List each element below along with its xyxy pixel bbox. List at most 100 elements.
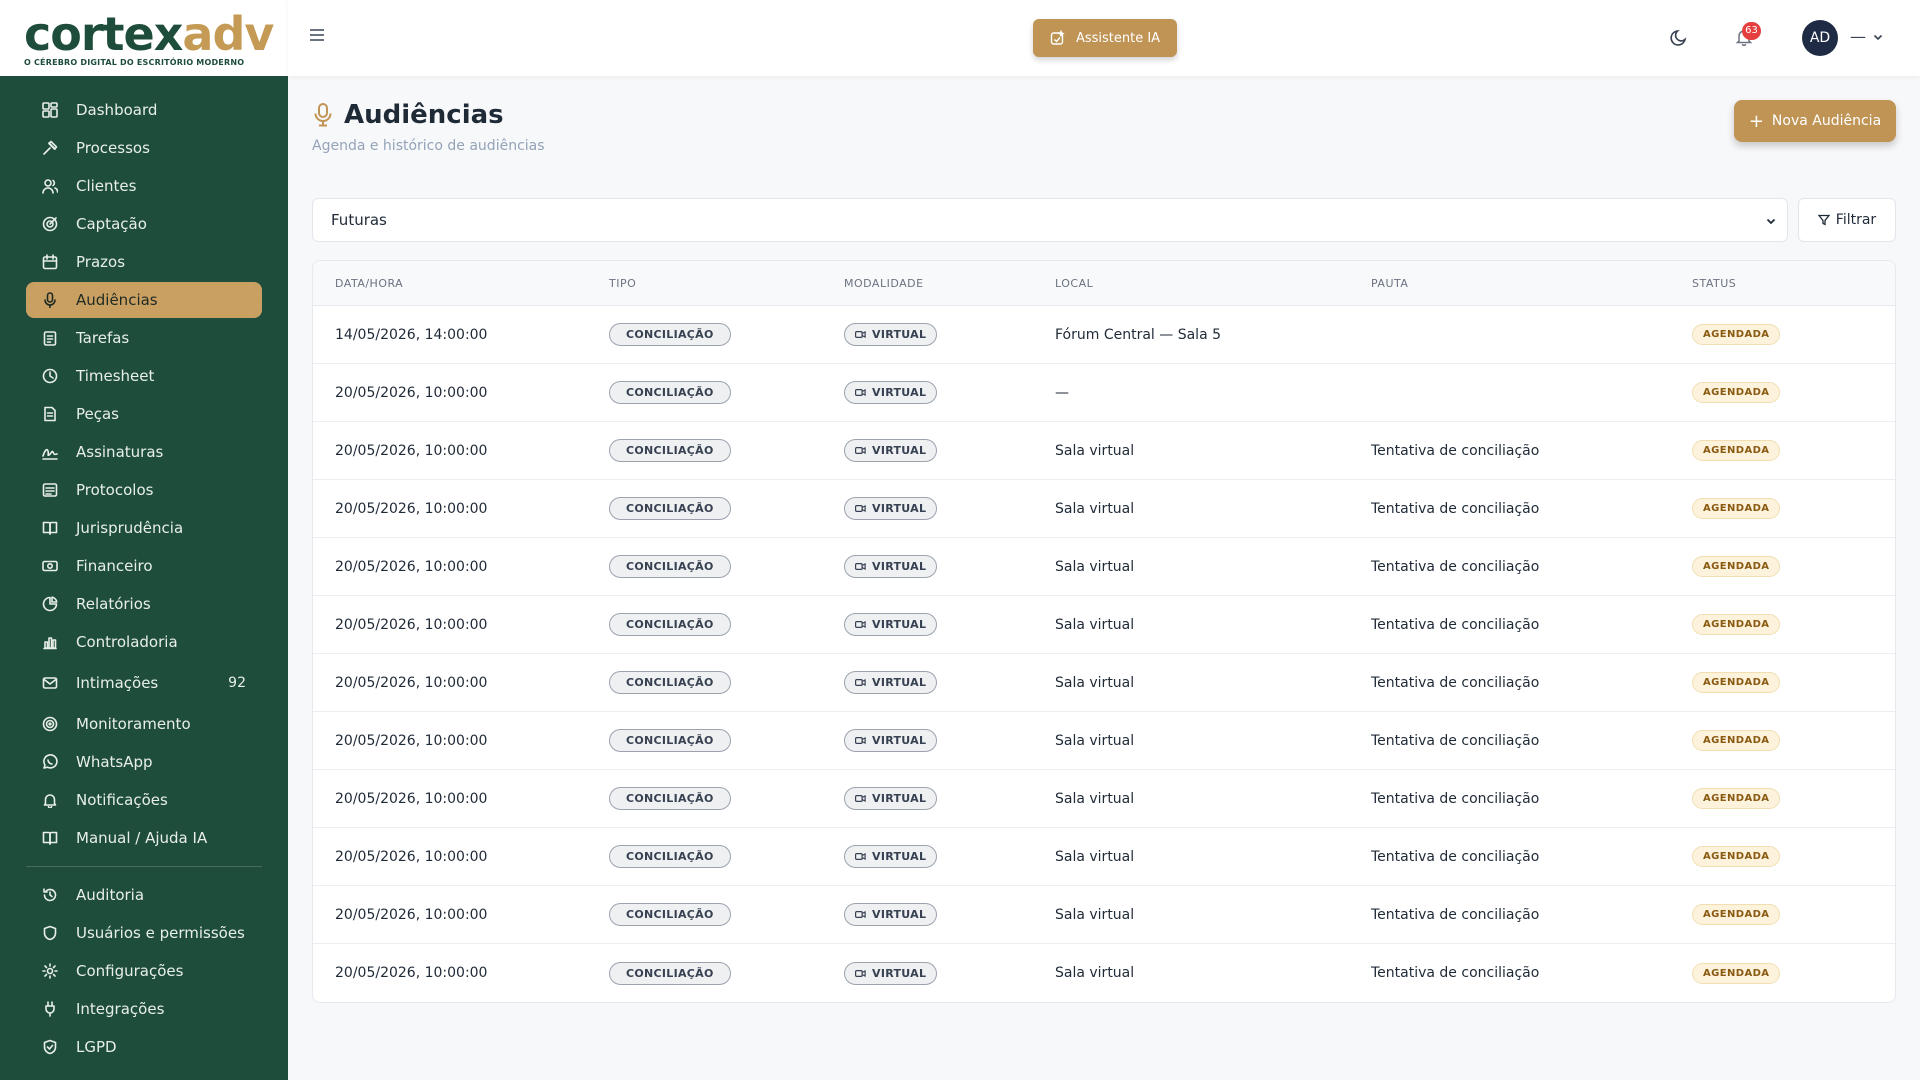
- logo-part2: adv: [182, 7, 274, 61]
- sidebar-item-relat-rios[interactable]: Relatórios: [26, 586, 262, 622]
- sidebar-item-pe-as[interactable]: Peças: [26, 396, 262, 432]
- col-header-tipo[interactable]: TIPO: [609, 277, 844, 290]
- tipo-badge: CONCILIAÇÃO: [609, 729, 731, 752]
- status-badge: AGENDADA: [1692, 556, 1781, 577]
- pie-chart-icon: [42, 596, 58, 612]
- cell-datetime: 20/05/2026, 10:00:00: [335, 558, 488, 575]
- sidebar-item-controladoria[interactable]: Controladoria: [26, 624, 262, 660]
- status-badge: AGENDADA: [1692, 672, 1781, 693]
- logo[interactable]: cortexadv O CÉREBRO DIGITAL DO ESCRITÓRI…: [0, 0, 288, 76]
- table-row[interactable]: 20/05/2026, 10:00:00 CONCILIAÇÃO VIRTUAL Sa…: [313, 596, 1895, 654]
- sidebar-item-lgpd[interactable]: LGPD: [26, 1029, 262, 1065]
- cell-datetime: 20/05/2026, 10:00:00: [335, 674, 488, 691]
- sidebar-item-auditoria[interactable]: Auditoria: [26, 877, 262, 913]
- dark-mode-moon-icon[interactable]: [1670, 28, 1688, 46]
- sidebar-item-capta-o[interactable]: Captação: [26, 206, 262, 242]
- table-row[interactable]: 20/05/2026, 10:00:00 CONCILIAÇÃO VIRTUAL Sa…: [313, 886, 1895, 944]
- cell-modalidade: VIRTUAL: [844, 903, 1055, 926]
- cell-tipo: CONCILIAÇÃO: [609, 903, 844, 926]
- calendar-icon: [42, 254, 58, 270]
- table-row[interactable]: 20/05/2026, 10:00:00 CONCILIAÇÃO VIRTUAL Sa…: [313, 828, 1895, 886]
- modalidade-badge: VIRTUAL: [844, 671, 938, 694]
- sidebar-item-integra-es[interactable]: Integrações: [26, 991, 262, 1027]
- sidebar-item-dashboard[interactable]: Dashboard: [26, 92, 262, 128]
- clock-icon: [42, 368, 58, 384]
- video-camera-icon: [855, 389, 866, 397]
- col-header-status[interactable]: STATUS: [1692, 277, 1895, 290]
- period-select[interactable]: Futuras: [312, 198, 1788, 242]
- modalidade-badge: VIRTUAL: [844, 439, 938, 462]
- cell-local: Fórum Central — Sala 5: [1055, 326, 1222, 343]
- new-audiencia-button[interactable]: + Nova Audiência: [1734, 100, 1896, 142]
- col-header-local[interactable]: LOCAL: [1055, 277, 1371, 290]
- video-camera-icon: [855, 447, 866, 455]
- cell-local: Sala virtual: [1055, 442, 1135, 459]
- sidebar-item-intima-es[interactable]: Intimações 92: [26, 662, 262, 704]
- avatar[interactable]: AD: [1802, 20, 1838, 56]
- sidebar-item-manual-ajuda-ia[interactable]: Manual / Ajuda IA: [26, 820, 262, 856]
- clipboard-icon: [42, 330, 58, 346]
- sidebar-item-clientes[interactable]: Clientes: [26, 168, 262, 204]
- cell-modalidade: VIRTUAL: [844, 729, 1055, 752]
- table-row[interactable]: 20/05/2026, 10:00:00 CONCILIAÇÃO VIRTUAL Sa…: [313, 654, 1895, 712]
- sidebar-item-label: Controladoria: [76, 633, 178, 651]
- sidebar-item-assinaturas[interactable]: Assinaturas: [26, 434, 262, 470]
- sidebar-item-usu-rios-e-permiss-es[interactable]: Usuários e permissões: [26, 915, 262, 951]
- table-row[interactable]: 14/05/2026, 14:00:00 CONCILIAÇÃO VIRTUAL Fó…: [313, 306, 1895, 364]
- cell-tipo: CONCILIAÇÃO: [609, 555, 844, 578]
- sidebar-item-timesheet[interactable]: Timesheet: [26, 358, 262, 394]
- sidebar-item-financeiro[interactable]: Financeiro: [26, 548, 262, 584]
- sidebar-item-configura-es[interactable]: Configurações: [26, 953, 262, 989]
- table-row[interactable]: 20/05/2026, 10:00:00 CONCILIAÇÃO VIRTUAL Sa…: [313, 480, 1895, 538]
- protocol-icon: [42, 482, 58, 498]
- sidebar-item-label: WhatsApp: [76, 753, 153, 771]
- table-row[interactable]: 20/05/2026, 10:00:00 CONCILIAÇÃO VIRTUAL — A…: [313, 364, 1895, 422]
- table-row[interactable]: 20/05/2026, 10:00:00 CONCILIAÇÃO VIRTUAL Sa…: [313, 538, 1895, 596]
- sidebar-item-whatsapp[interactable]: WhatsApp: [26, 744, 262, 780]
- sidebar: cortexadv O CÉREBRO DIGITAL DO ESCRITÓRI…: [0, 0, 288, 1080]
- table-row[interactable]: 20/05/2026, 10:00:00 CONCILIAÇÃO VIRTUAL Sa…: [313, 944, 1895, 1002]
- status-badge: AGENDADA: [1692, 382, 1781, 403]
- table-row[interactable]: 20/05/2026, 10:00:00 CONCILIAÇÃO VIRTUAL Sa…: [313, 422, 1895, 480]
- cell-local: Sala virtual: [1055, 558, 1135, 575]
- cell-pauta: Tentativa de conciliação: [1371, 616, 1540, 633]
- assistant-ia-button[interactable]: Assistente IA: [1033, 19, 1177, 57]
- table-header: DATA/HORA TIPO MODALIDADE LOCAL PAUTA ST…: [313, 261, 1895, 306]
- cell-datetime: 20/05/2026, 10:00:00: [335, 906, 488, 923]
- cell-tipo: CONCILIAÇÃO: [609, 497, 844, 520]
- cell-tipo: CONCILIAÇÃO: [609, 671, 844, 694]
- sidebar-item-label: Integrações: [76, 1000, 165, 1018]
- modalidade-label: VIRTUAL: [872, 792, 927, 805]
- mic-icon: [42, 292, 58, 308]
- col-header-datetime[interactable]: DATA/HORA: [313, 277, 609, 290]
- sidebar-item-tarefas[interactable]: Tarefas: [26, 320, 262, 356]
- cell-modalidade: VIRTUAL: [844, 787, 1055, 810]
- dashboard-icon: [42, 102, 58, 118]
- sidebar-item-audi-ncias[interactable]: Audiências: [26, 282, 262, 318]
- bell-icon: [42, 792, 58, 808]
- sidebar-item-jurisprud-ncia[interactable]: Jurisprudência: [26, 510, 262, 546]
- sidebar-item-prazos[interactable]: Prazos: [26, 244, 262, 280]
- col-header-pauta[interactable]: PAUTA: [1371, 277, 1692, 290]
- sidebar-item-label: Prazos: [76, 253, 126, 271]
- chevron-down-icon[interactable]: [1872, 31, 1884, 43]
- whatsapp-icon: [42, 754, 58, 770]
- sidebar-item-monitoramento[interactable]: Monitoramento: [26, 706, 262, 742]
- sidebar-item-notifica-es[interactable]: Notificações: [26, 782, 262, 818]
- status-badge: AGENDADA: [1692, 788, 1781, 809]
- col-header-modalidade[interactable]: MODALIDADE: [844, 277, 1055, 290]
- cell-tipo: CONCILIAÇÃO: [609, 729, 844, 752]
- cell-tipo: CONCILIAÇÃO: [609, 381, 844, 404]
- sidebar-item-label: Captação: [76, 215, 147, 233]
- filter-button[interactable]: Filtrar: [1798, 198, 1896, 242]
- sidebar-item-processos[interactable]: Processos: [26, 130, 262, 166]
- sidebar-divider: [26, 866, 262, 867]
- video-camera-icon: [855, 969, 866, 977]
- cell-pauta: Tentativa de conciliação: [1371, 500, 1540, 517]
- cell-status: AGENDADA: [1692, 788, 1895, 809]
- sidebar-item-protocolos[interactable]: Protocolos: [26, 472, 262, 508]
- menu-toggle-icon[interactable]: [310, 29, 324, 41]
- table-row[interactable]: 20/05/2026, 10:00:00 CONCILIAÇÃO VIRTUAL Sa…: [313, 712, 1895, 770]
- cell-tipo: CONCILIAÇÃO: [609, 961, 844, 985]
- table-row[interactable]: 20/05/2026, 10:00:00 CONCILIAÇÃO VIRTUAL Sa…: [313, 770, 1895, 828]
